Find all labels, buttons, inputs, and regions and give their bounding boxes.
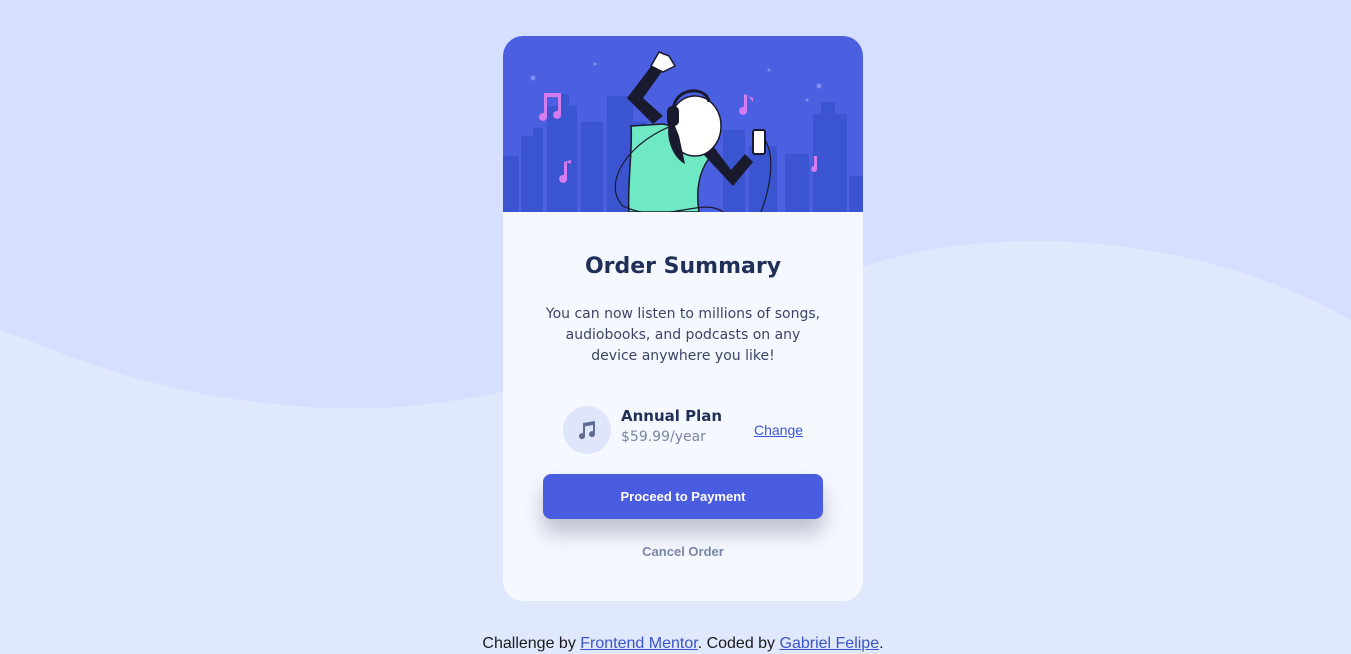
- proceed-to-payment-button[interactable]: Proceed to Payment: [543, 474, 823, 519]
- order-summary-card: Order Summary You can now listen to mill…: [503, 36, 863, 601]
- plan-name: Annual Plan: [621, 407, 723, 425]
- music-note-icon: [563, 406, 611, 454]
- plan-summary: Annual Plan $59.99/year Change: [543, 394, 823, 468]
- footer-middle: . Coded by: [697, 635, 780, 652]
- card-title: Order Summary: [584, 254, 782, 279]
- hero-illustration: [503, 36, 863, 212]
- cancel-order-button[interactable]: Cancel Order: [543, 541, 823, 561]
- author-link[interactable]: Gabriel Felipe: [780, 635, 880, 652]
- attribution-footer: Challenge by Frontend Mentor. Coded by G…: [0, 635, 1351, 653]
- footer-suffix: .: [879, 635, 884, 652]
- change-plan-link[interactable]: Change: [754, 422, 803, 438]
- frontend-mentor-link[interactable]: Frontend Mentor: [580, 635, 697, 652]
- footer-prefix: Challenge by: [482, 635, 581, 652]
- card-description: You can now listen to millions of songs,…: [545, 306, 821, 364]
- plan-price: $59.99/year: [621, 429, 706, 445]
